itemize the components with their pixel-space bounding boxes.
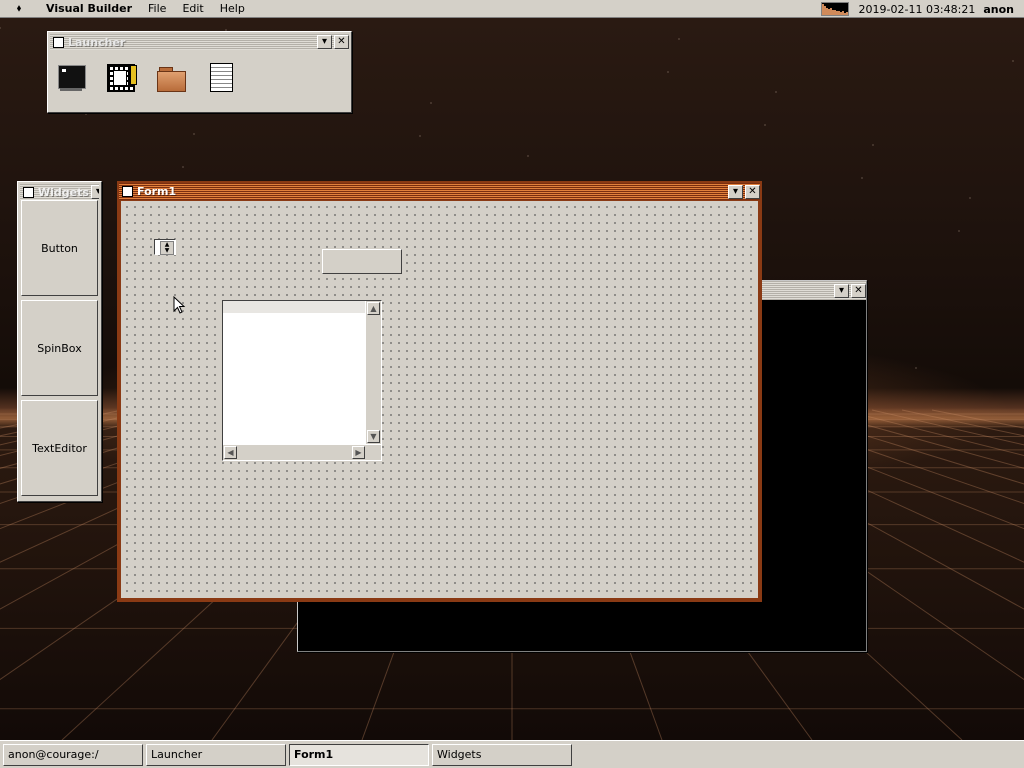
visual-builder-icon[interactable] [106,62,137,92]
taskbar-item-launcher[interactable]: Launcher [146,744,286,766]
menu-file[interactable]: File [140,0,174,18]
widget-label: SpinBox [37,341,82,355]
scroll-left-icon[interactable]: ◀ [224,446,237,459]
minimize-button[interactable]: ▾ [728,184,743,199]
taskbar: anon@courage:/ Launcher Form1 Widgets [0,740,1024,768]
launcher-window: Launcher ▾ ✕ [47,31,352,113]
widget-button-spinbox[interactable]: SpinBox [21,300,98,396]
launcher-titlebar[interactable]: Launcher ▾ ✕ [50,34,349,50]
username: anon [983,2,1014,16]
window-title: Form1 [137,185,177,198]
form-window: Form1 ▾ ✕ ▲ ▼ ▲ ▼ ◀ ▶ [117,181,762,602]
form-canvas[interactable]: ▲ ▼ ▲ ▼ ◀ ▶ [121,201,758,598]
scroll-down-icon[interactable]: ▼ [367,430,380,443]
window-icon [122,186,133,197]
texteditor-ruler [223,301,365,313]
form-spinbox-widget[interactable]: ▲ ▼ [154,239,176,255]
minimize-button[interactable]: ▾ [834,283,849,298]
form-texteditor-widget[interactable]: ▲ ▼ ◀ ▶ [222,300,382,461]
window-title: Launcher [68,35,126,49]
close-button[interactable]: ✕ [334,35,349,49]
minimize-button[interactable]: ▾ [90,185,99,199]
form-titlebar[interactable]: Form1 ▾ ✕ [119,183,760,200]
form-button-widget[interactable] [322,249,402,274]
widget-button-texteditor[interactable]: TextEditor [21,400,98,496]
vertical-scrollbar[interactable]: ▲ ▼ [366,301,381,444]
widgets-titlebar[interactable]: Widgets ▾ ✕ [20,184,99,200]
menubar: ⬧ Visual Builder File Edit Help 2019-02-… [0,0,1024,18]
cpu-bar [848,13,849,15]
terminal-icon[interactable] [56,62,86,92]
widget-label: TextEditor [32,441,87,455]
close-button[interactable]: ✕ [851,283,866,298]
mouse-cursor-icon [173,296,186,314]
window-title: Widgets [38,185,89,199]
scrollbar-corner [366,445,381,460]
widget-label: Button [41,241,78,255]
minimize-button[interactable]: ▾ [317,35,332,49]
cpu-graph [820,2,849,16]
launcher-apps [56,62,236,92]
horizontal-scrollbar[interactable]: ◀ ▶ [223,445,366,460]
close-button[interactable]: ✕ [745,184,760,199]
window-icon [53,36,64,48]
scroll-right-icon[interactable]: ▶ [352,446,365,459]
spin-arrows-icon[interactable]: ▲ ▼ [160,241,174,255]
menu-edit[interactable]: Edit [174,0,211,18]
widget-button-button[interactable]: Button [21,200,98,296]
clock: 2019-02-11 03:48:21 [858,2,976,16]
file-manager-icon[interactable] [156,62,186,92]
menubar-status: 2019-02-11 03:48:21 anon [820,0,1014,18]
taskbar-item-form1[interactable]: Form1 [289,744,429,766]
widgets-window: Widgets ▾ ✕ Button SpinBox TextEditor [17,181,102,502]
taskbar-item-terminal[interactable]: anon@courage:/ [3,744,143,766]
system-logo-icon[interactable]: ⬧ [0,0,38,18]
scroll-up-icon[interactable]: ▲ [367,302,380,315]
app-menu[interactable]: Visual Builder [38,0,140,18]
text-editor-icon[interactable] [206,62,236,92]
menu-help[interactable]: Help [212,0,253,18]
window-icon [23,186,34,198]
taskbar-item-widgets[interactable]: Widgets [432,744,572,766]
